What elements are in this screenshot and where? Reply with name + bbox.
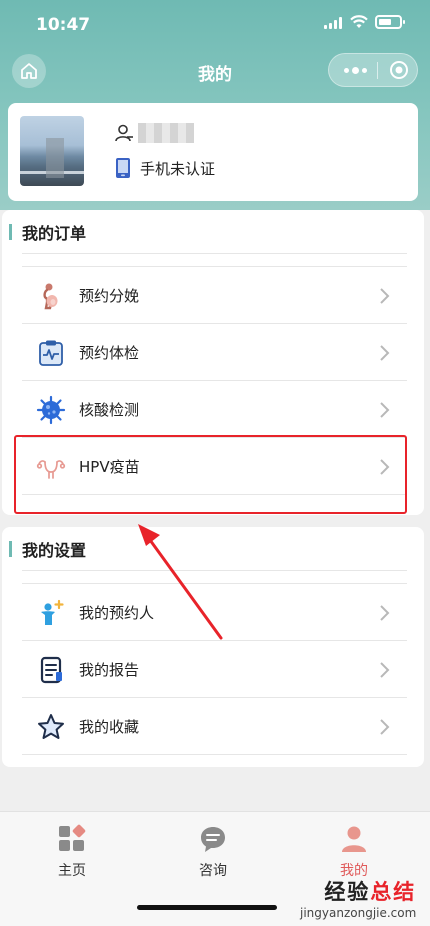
person-add-icon [41,599,64,625]
list-item-label: 核酸检测 [79,401,140,419]
settings-section-header: 我的设置 [9,537,86,561]
tab-consult[interactable]: 咨询 [163,824,263,880]
watermark: 经验总结 jingyanzongjie.com [300,876,416,920]
tab-label: 主页 [58,863,86,879]
list-item-label: 预约体检 [79,344,140,362]
wifi-icon [350,15,368,28]
status-time: 10:47 [36,15,91,35]
report-document-icon [40,656,62,684]
cellular-signal-icon [324,17,342,29]
settings-section-title: 我的设置 [22,541,87,560]
list-item-my-patients[interactable]: 我的预约人 [22,584,407,641]
chevron-right-icon [380,719,390,735]
watermark-url: jingyanzongjie.com [300,906,417,920]
list-item-my-reports[interactable]: 我的报告 [22,641,407,698]
profile-card[interactable]: 手机未认证 [8,103,418,201]
chevron-right-icon [380,288,390,304]
status-bar: 10:47 [0,0,430,48]
phone-status-text: 手机未认证 [140,159,216,178]
phone-icon [116,158,130,178]
more-options-icon[interactable] [337,54,373,86]
list-item-label: 我的预约人 [79,604,155,622]
list-item-label: 预约分娩 [79,287,140,305]
orders-section-title: 我的订单 [22,224,87,243]
chevron-right-icon [380,605,390,621]
tab-home[interactable]: 主页 [22,824,122,880]
list-item-checkup-booking[interactable]: 预约体检 [22,324,407,381]
clipboard-checkup-icon [39,340,63,366]
username-row [114,123,194,143]
list-item-label: 我的报告 [79,661,140,679]
settings-section: 我的设置 我的预约人 我的报告 我的收藏 [2,527,424,767]
star-icon [38,714,64,739]
avatar[interactable] [20,116,84,186]
battery-icon [375,15,405,29]
phone-status-row[interactable]: 手机未认证 [114,157,215,179]
user-icon [115,124,133,142]
pregnant-icon [43,283,58,310]
mini-program-capsule [328,53,418,87]
chevron-right-icon [380,345,390,361]
list-item-label: 我的收藏 [79,718,140,736]
chevron-right-icon [380,402,390,418]
user-profile-icon [339,824,369,854]
chat-bubble-icon [198,824,228,854]
virus-icon [36,395,66,425]
home-indicator [137,905,277,910]
highlight-box [14,435,407,514]
list-item-nucleic-test[interactable]: 核酸检测 [22,381,407,438]
home-grid-icon [57,824,87,854]
list-item-birth-booking[interactable]: 预约分娩 [22,267,407,324]
capsule-divider [377,62,378,79]
watermark-title: 经验总结 [324,880,417,904]
tab-label: 咨询 [199,863,227,879]
chevron-right-icon [380,662,390,678]
orders-section-header: 我的订单 [9,220,86,244]
close-target-icon[interactable] [383,54,415,86]
username-redacted [138,123,194,143]
list-item-my-favorites[interactable]: 我的收藏 [22,698,407,755]
tab-mine[interactable]: 我的 [304,824,404,880]
